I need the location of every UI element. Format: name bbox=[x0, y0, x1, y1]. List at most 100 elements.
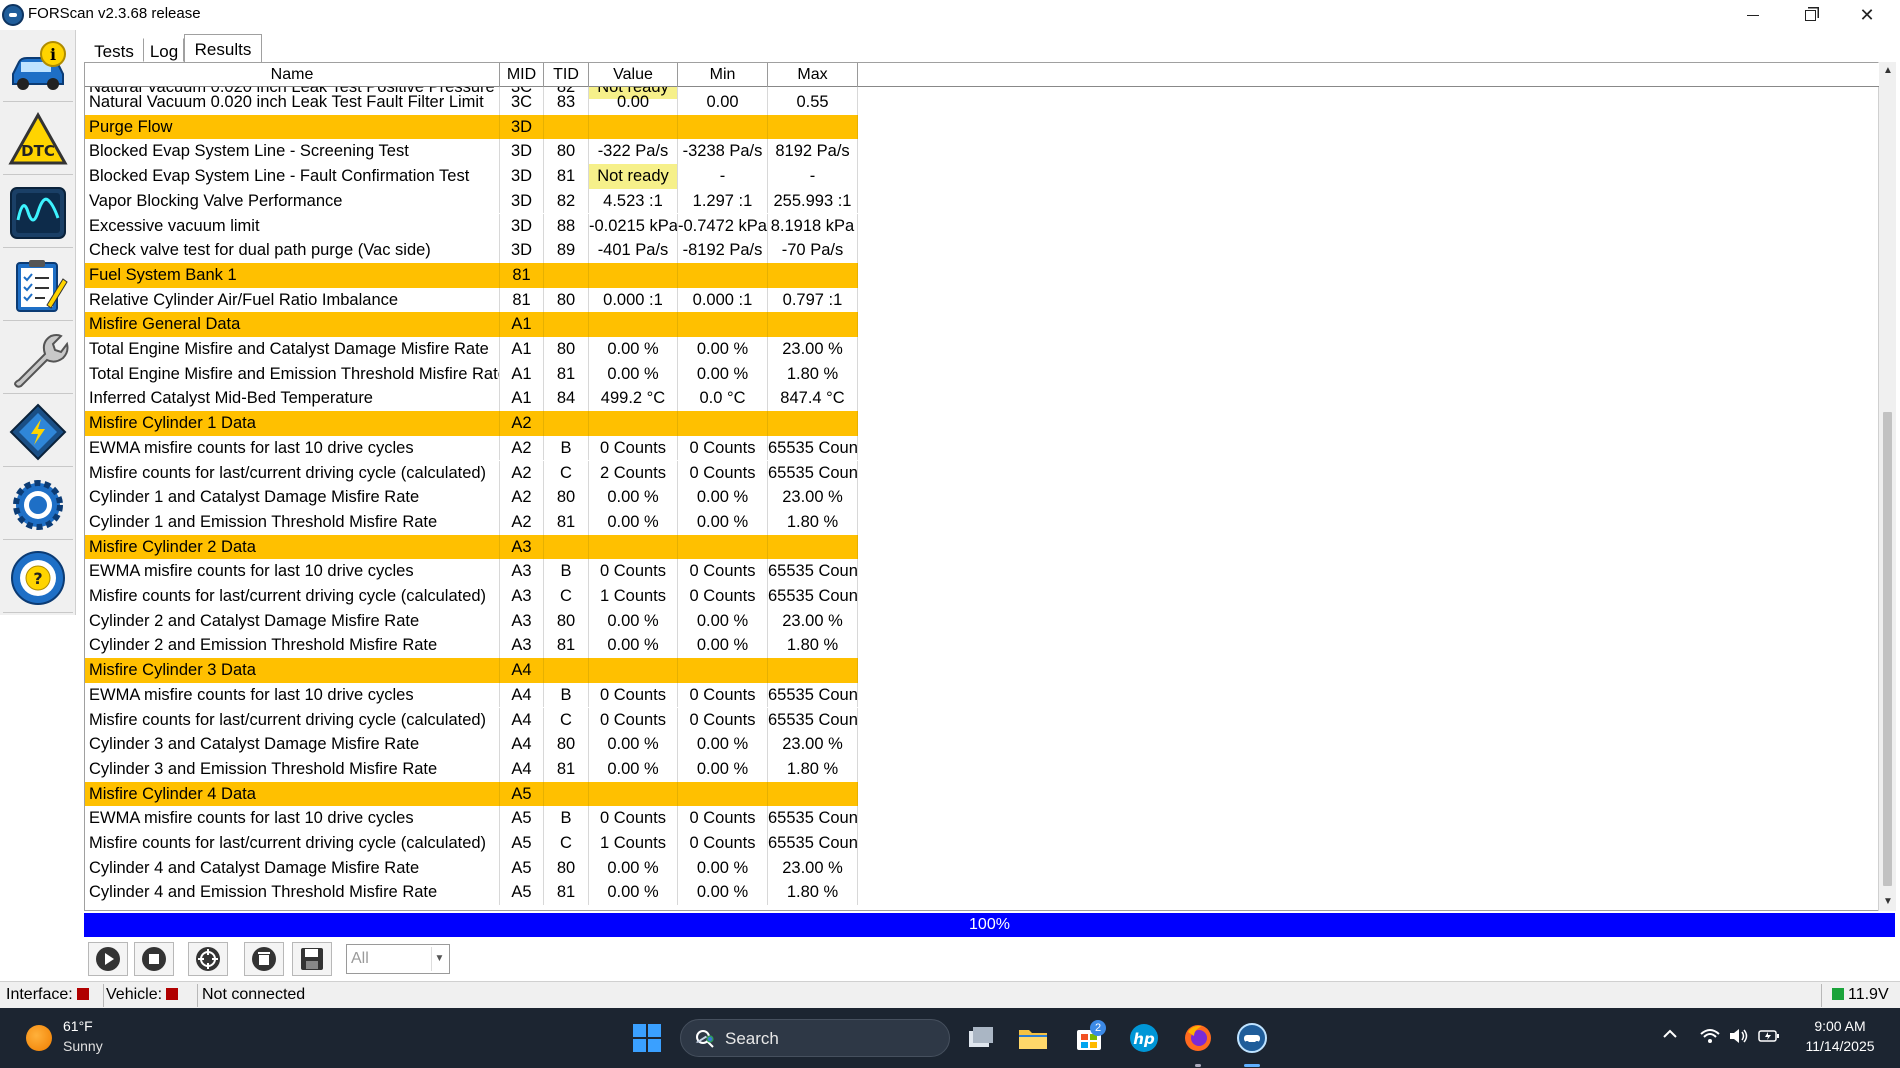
cell-max bbox=[768, 534, 858, 560]
reset-button[interactable] bbox=[188, 942, 228, 976]
scroll-down-arrow-icon[interactable]: ▼ bbox=[1879, 893, 1897, 911]
weather-temperature[interactable]: 61°F bbox=[63, 1018, 93, 1034]
taskbar-firefox[interactable] bbox=[1181, 1021, 1215, 1055]
table-group-row[interactable]: Misfire General Data A1 bbox=[85, 312, 858, 337]
table-row[interactable]: Total Engine Misfire and Catalyst Damage… bbox=[85, 337, 858, 362]
cell-value: 2 Counts bbox=[589, 460, 678, 486]
sidebar-item-oscilloscope[interactable] bbox=[3, 178, 73, 248]
table-row[interactable]: Cylinder 2 and Emission Threshold Misfir… bbox=[85, 633, 858, 659]
table-row[interactable]: Misfire counts for last/current driving … bbox=[85, 831, 858, 856]
start-button[interactable] bbox=[630, 1021, 664, 1055]
table-row[interactable]: Cylinder 3 and Emission Threshold Misfir… bbox=[85, 756, 858, 782]
taskbar-file-explorer[interactable] bbox=[1016, 1021, 1050, 1055]
cell-mid: A1 bbox=[500, 386, 544, 412]
taskbar-search[interactable]: Search bbox=[680, 1019, 950, 1057]
battery-status[interactable] bbox=[1758, 1029, 1780, 1048]
table-row[interactable]: Vapor Blocking Valve Performance 3D 82 4.52… bbox=[85, 188, 858, 214]
cell-min: 0.00 % bbox=[678, 633, 768, 659]
stop-button[interactable] bbox=[134, 942, 174, 976]
column-header-tid[interactable]: TID bbox=[544, 63, 589, 87]
sidebar-item-help[interactable]: ? bbox=[3, 543, 73, 613]
cell-min: 0.00 bbox=[678, 90, 768, 115]
play-icon bbox=[96, 947, 120, 971]
chip-programming-icon bbox=[9, 403, 67, 460]
taskbar-forscan[interactable] bbox=[1235, 1021, 1269, 1055]
clear-button[interactable] bbox=[244, 942, 284, 976]
cell-value bbox=[589, 781, 678, 807]
voltage-led-icon bbox=[1832, 988, 1844, 1000]
table-row[interactable]: Natural Vacuum 0.020 inch Leak Test Faul… bbox=[85, 90, 858, 115]
tab-results[interactable]: Results bbox=[184, 34, 262, 62]
table-row[interactable]: Cylinder 2 and Catalyst Damage Misfire R… bbox=[85, 608, 858, 634]
table-row[interactable]: Total Engine Misfire and Emission Thresh… bbox=[85, 361, 858, 387]
table-row[interactable]: Blocked Evap System Line - Screening Tes… bbox=[85, 139, 858, 165]
interface-label: Interface: bbox=[6, 986, 73, 1003]
tab-log[interactable]: Log bbox=[144, 38, 184, 62]
sidebar-item-tests[interactable] bbox=[3, 251, 73, 321]
column-header-max[interactable]: Max bbox=[768, 63, 858, 87]
table-row[interactable]: Misfire counts for last/current driving … bbox=[85, 584, 858, 609]
table-row[interactable]: EWMA misfire counts for last 10 drive cy… bbox=[85, 559, 858, 584]
clock-date[interactable]: 11/14/2025 bbox=[1795, 1038, 1885, 1054]
column-header-name[interactable]: Name bbox=[85, 63, 500, 87]
taskbar-task-view[interactable] bbox=[964, 1021, 998, 1055]
table-group-row[interactable]: Misfire Cylinder 4 Data A5 bbox=[85, 781, 858, 807]
cell-tid: 80 bbox=[544, 732, 589, 757]
table-row[interactable]: EWMA misfire counts for last 10 drive cy… bbox=[85, 806, 858, 831]
tab-tests[interactable]: Tests bbox=[84, 38, 144, 62]
scroll-up-arrow-icon[interactable]: ▲ bbox=[1879, 62, 1897, 80]
cell-value: 0.00 % bbox=[589, 337, 678, 362]
table-group-row[interactable]: Fuel System Bank 1 81 bbox=[85, 262, 858, 288]
scroll-thumb[interactable] bbox=[1883, 412, 1892, 886]
column-header-value[interactable]: Value bbox=[589, 63, 678, 87]
sidebar-item-settings[interactable] bbox=[3, 470, 73, 540]
sidebar-item-vehicle-info[interactable]: i bbox=[3, 32, 73, 102]
sun-weather-icon[interactable] bbox=[26, 1025, 52, 1051]
volume-status[interactable] bbox=[1728, 1028, 1748, 1049]
windows-taskbar: 61°F Sunny Search 2 hp 9:00 AM 11/14/202… bbox=[0, 1008, 1900, 1068]
table-group-row[interactable]: Misfire Cylinder 2 Data A3 bbox=[85, 534, 858, 560]
table-row[interactable]: Inferred Catalyst Mid-Bed Temperature A1 8… bbox=[85, 386, 858, 412]
table-row[interactable]: Cylinder 3 and Catalyst Damage Misfire R… bbox=[85, 732, 858, 757]
run-button[interactable] bbox=[88, 942, 128, 976]
table-group-row[interactable]: Misfire Cylinder 3 Data A4 bbox=[85, 658, 858, 683]
table-row[interactable]: Cylinder 4 and Catalyst Damage Misfire R… bbox=[85, 855, 858, 881]
table-row[interactable]: EWMA misfire counts for last 10 drive cy… bbox=[85, 435, 858, 461]
table-group-row[interactable]: Misfire Cylinder 1 Data A2 bbox=[85, 411, 858, 436]
cell-value: 0 Counts bbox=[589, 435, 678, 461]
save-button[interactable] bbox=[292, 942, 332, 976]
table-row[interactable]: Cylinder 1 and Emission Threshold Misfir… bbox=[85, 509, 858, 535]
table-row[interactable]: Check valve test for dual path purge (Va… bbox=[85, 238, 858, 263]
minimize-button[interactable] bbox=[1724, 0, 1782, 30]
cell-max: 0.55 bbox=[768, 90, 858, 115]
taskbar-hp-app[interactable]: hp bbox=[1127, 1021, 1161, 1055]
weather-description[interactable]: Sunny bbox=[63, 1038, 103, 1054]
table-row[interactable]: Blocked Evap System Line - Fault Confirm… bbox=[85, 164, 858, 189]
column-header-min[interactable]: Min bbox=[678, 63, 768, 87]
table-row[interactable]: Misfire counts for last/current driving … bbox=[85, 460, 858, 486]
close-icon: ✕ bbox=[1859, 4, 1875, 25]
column-header-mid[interactable]: MID bbox=[500, 63, 544, 87]
close-button[interactable]: ✕ bbox=[1838, 0, 1896, 30]
cell-min: 0 Counts bbox=[678, 460, 768, 486]
filter-dropdown[interactable]: All ▼ bbox=[346, 944, 450, 974]
show-hidden-icons-button[interactable] bbox=[1662, 1026, 1678, 1047]
checklist-icon bbox=[16, 259, 68, 312]
cell-value: 0 Counts bbox=[589, 707, 678, 733]
table-row[interactable]: Cylinder 4 and Emission Threshold Misfir… bbox=[85, 880, 858, 906]
cell-value: 0.00 bbox=[589, 90, 678, 115]
table-row[interactable]: Cylinder 1 and Catalyst Damage Misfire R… bbox=[85, 485, 858, 510]
clock-time[interactable]: 9:00 AM bbox=[1800, 1018, 1880, 1034]
restore-button[interactable] bbox=[1781, 0, 1839, 30]
cell-tid: B bbox=[544, 806, 589, 831]
table-row[interactable]: Relative Cylinder Air/Fuel Ratio Imbalan… bbox=[85, 287, 858, 313]
table-group-row[interactable]: Purge Flow 3D bbox=[85, 114, 858, 140]
sidebar-item-configuration[interactable] bbox=[3, 397, 73, 467]
vertical-scrollbar[interactable]: ▲ ▼ bbox=[1878, 62, 1896, 911]
wifi-status[interactable] bbox=[1700, 1028, 1720, 1049]
sidebar-item-service[interactable] bbox=[3, 324, 73, 394]
sidebar-item-dtc[interactable]: DTC bbox=[3, 105, 73, 175]
table-row[interactable]: Excessive vacuum limit 3D 88 -0.0215 kPa -0.… bbox=[85, 213, 858, 239]
table-row[interactable]: Misfire counts for last/current driving … bbox=[85, 707, 858, 733]
table-row[interactable]: EWMA misfire counts for last 10 drive cy… bbox=[85, 682, 858, 708]
